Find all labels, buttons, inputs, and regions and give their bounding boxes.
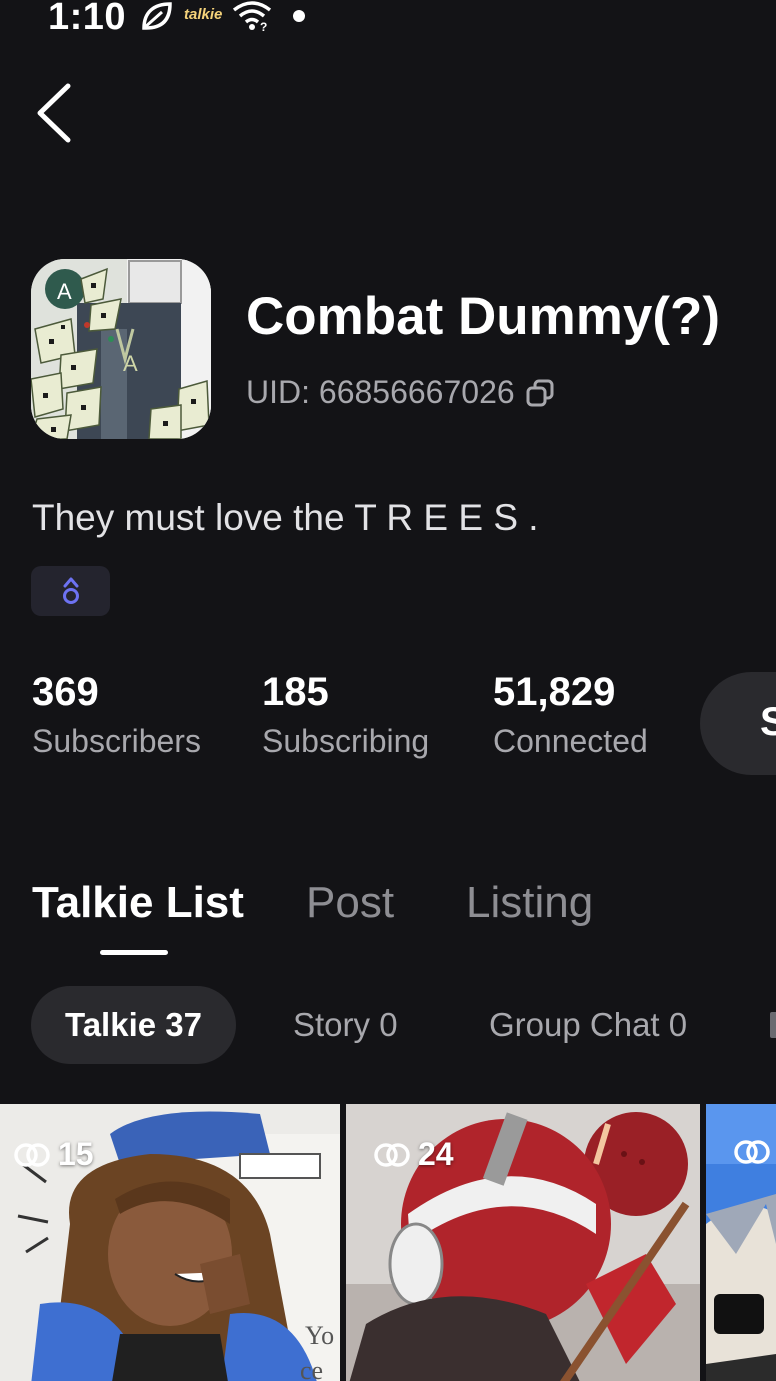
stat-subscribing[interactable]: 185 Subscribing [262,668,429,766]
tab-post[interactable]: Post [306,878,394,928]
level-badge[interactable] [31,566,110,616]
stat-subscribers[interactable]: 369 Subscribers [32,668,201,766]
stat-label: Subscribing [262,723,430,759]
active-tab-indicator [100,950,168,955]
uid-text: UID: 66856667026 [246,374,515,410]
connection-count: 15 [58,1136,94,1172]
subscribe-button[interactable]: S [700,672,776,775]
connection-icon [374,1142,410,1167]
connection-icon [734,1140,770,1164]
card-connections: 24 [372,1136,454,1173]
chip-talkie[interactable]: Talkie 37 [31,986,236,1064]
uid-row: UID: 66856667026 [246,374,555,411]
talkie-card[interactable] [706,1104,776,1381]
stat-value: 51,829 [493,670,616,714]
svg-text:ce: ce [300,1356,323,1381]
connection-count: 24 [418,1136,454,1172]
talkie-card[interactable]: Yo ce 15 [0,1104,340,1381]
status-time: 1:10 [48,0,127,38]
svg-text:A: A [123,351,138,376]
stat-label: Connected [493,723,648,759]
card-connections: 15 [12,1136,94,1173]
profile-screen: 1:10 talkie ? A A Combat Dummy(?) UID: 6… [0,0,776,1381]
avatar[interactable]: A A [31,259,211,439]
chip-story[interactable]: Story 0 [293,986,398,1064]
chip-group-chat[interactable]: Group Chat 0 [489,986,687,1064]
svg-text:?: ? [260,20,267,32]
profile-name: Combat Dummy(?) [246,287,721,346]
svg-text:Yo: Yo [305,1321,334,1350]
connection-icon [14,1142,50,1167]
svg-text:A: A [57,279,72,304]
wifi-icon: ? [232,1,272,32]
stat-value: 185 [262,670,329,714]
level-badge-icon [62,577,79,604]
stat-connected: 51,829 Connected [493,668,648,766]
chip-overflow-edge [770,1012,776,1038]
avatar-image: A A [31,259,211,439]
stat-value: 369 [32,670,99,714]
subscribe-button-label: S [760,700,776,744]
tab-listing[interactable]: Listing [466,878,593,928]
copy-icon[interactable] [525,378,555,408]
app-notification-badge: talkie [184,6,223,23]
profile-bio: They must love the T R E E S . [32,497,539,538]
back-button[interactable] [26,76,86,150]
talkie-card[interactable]: 24 [346,1104,700,1381]
notification-dot [293,10,305,22]
tab-talkie-list[interactable]: Talkie List [32,878,244,928]
leaf-icon [142,2,172,30]
status-bar: 1:10 talkie ? [0,0,776,40]
card-connections [732,1136,776,1168]
stat-label: Subscribers [32,723,201,759]
